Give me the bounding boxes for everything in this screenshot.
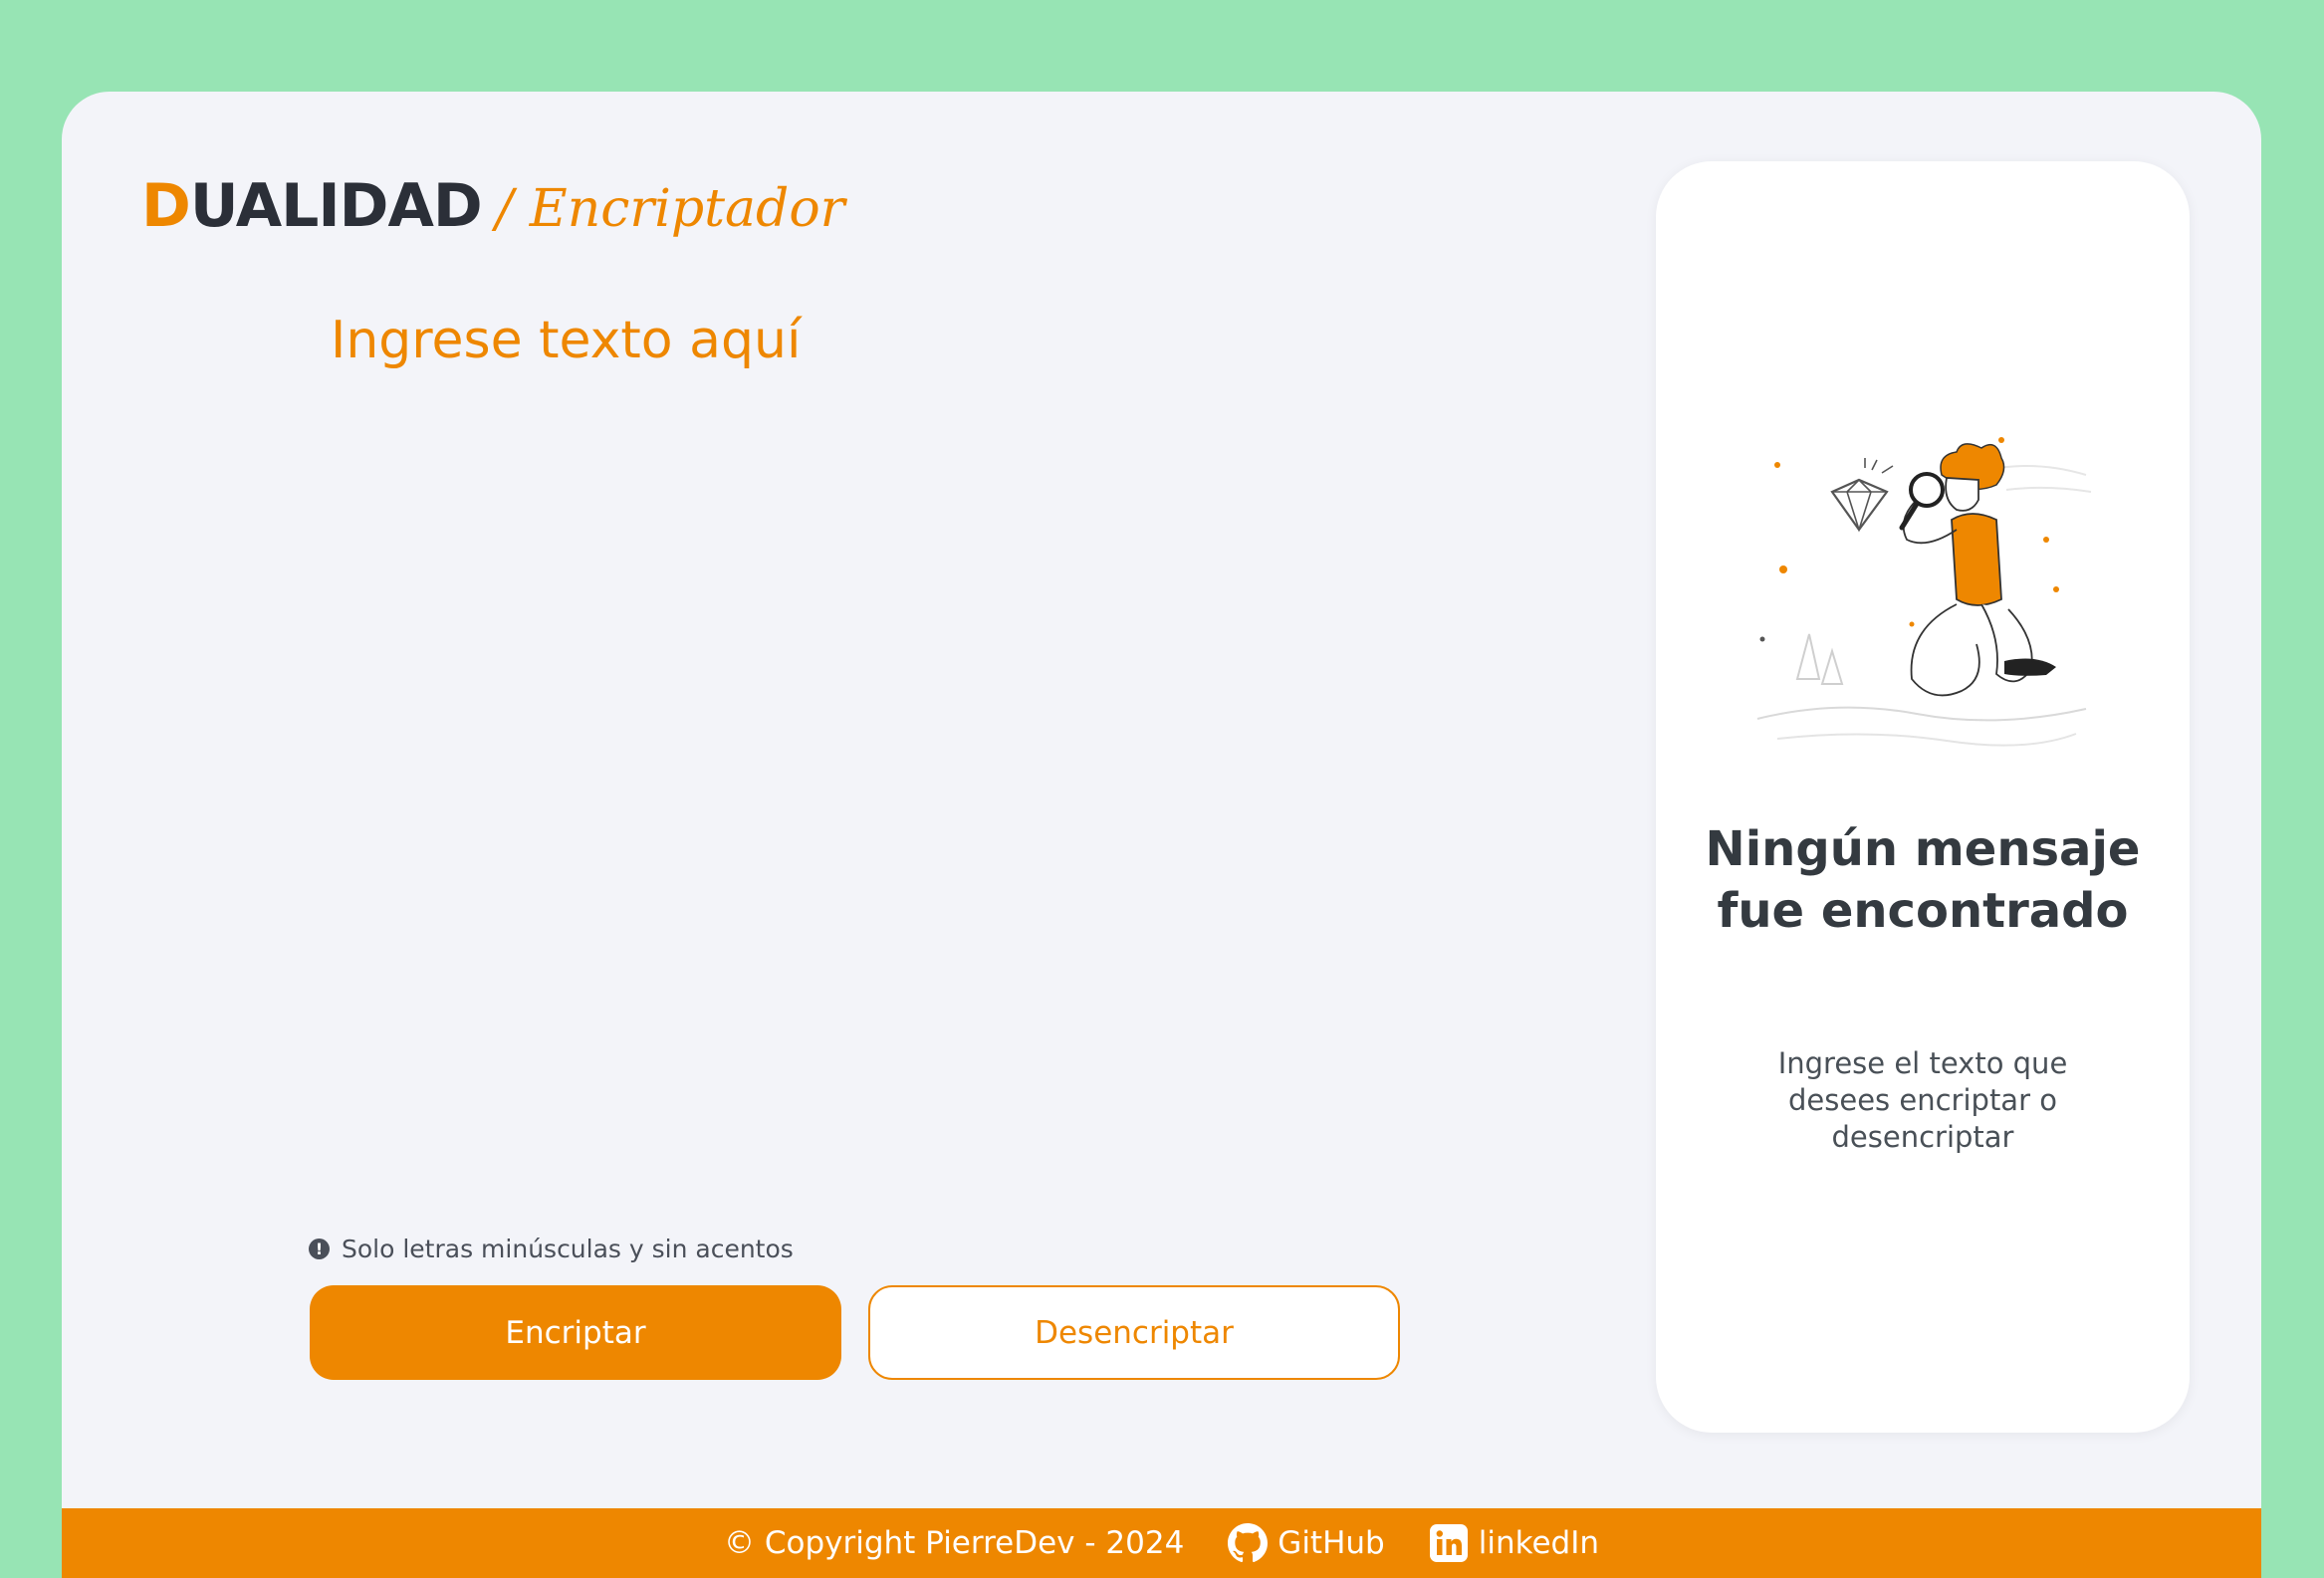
logo-subtitle: / Encriptador bbox=[495, 179, 845, 239]
copyright-text: © Copyright PierreDev - 2024 bbox=[724, 1525, 1185, 1561]
logo[interactable]: D UALIDAD / Encriptador bbox=[141, 171, 844, 241]
logo-first-letter: D bbox=[141, 171, 191, 241]
github-label: GitHub bbox=[1278, 1525, 1385, 1561]
search-illustration bbox=[1756, 437, 2092, 747]
github-link[interactable]: GitHub bbox=[1228, 1523, 1385, 1563]
output-description: Ingrese el texto que desees encriptar o … bbox=[1777, 1046, 2068, 1154]
encrypt-button[interactable]: Encriptar bbox=[310, 1285, 841, 1380]
text-input[interactable] bbox=[331, 311, 1506, 1187]
decrypt-button[interactable]: Desencriptar bbox=[868, 1285, 1400, 1380]
hint-text: Solo letras minúsculas y sin acentos bbox=[342, 1235, 794, 1263]
output-title: Ningún mensaje fue encontrado bbox=[1705, 821, 2141, 939]
linkedin-label: linkedIn bbox=[1478, 1525, 1599, 1561]
linkedin-icon bbox=[1429, 1524, 1468, 1562]
output-panel: Ningún mensaje fue encontrado Ingrese el… bbox=[1656, 161, 2190, 1433]
logo-word: UALIDAD bbox=[189, 171, 483, 241]
input-hint: ! Solo letras minúsculas y sin acentos bbox=[309, 1235, 794, 1263]
github-icon bbox=[1228, 1523, 1269, 1563]
app-container: D UALIDAD / Encriptador ! Solo letras mi… bbox=[62, 92, 2261, 1578]
info-icon: ! bbox=[309, 1239, 330, 1259]
footer: © Copyright PierreDev - 2024 GitHub link… bbox=[62, 1508, 2261, 1578]
linkedin-link[interactable]: linkedIn bbox=[1429, 1523, 1599, 1563]
